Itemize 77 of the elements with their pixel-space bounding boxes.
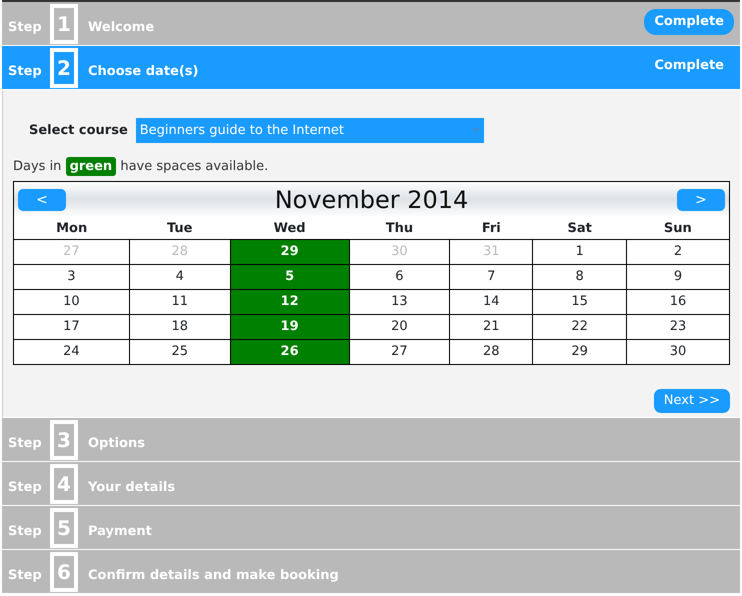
weekday-header: Wed <box>230 218 349 240</box>
course-select[interactable]: Beginners guide to the Internet <box>136 118 484 143</box>
day-cell: 22 <box>532 314 627 340</box>
day-cell: 4 <box>129 264 230 290</box>
day-cell: 7 <box>450 264 533 290</box>
day-cell: 6 <box>349 264 450 290</box>
step-number: 1 <box>50 4 78 44</box>
next-button[interactable]: Next >> <box>654 389 730 412</box>
step-header[interactable]: Step 4 Your details <box>2 462 740 506</box>
day-cell[interactable]: 19 <box>230 314 349 340</box>
day-cell: 8 <box>532 264 627 290</box>
weekday-header: Mon <box>14 218 130 240</box>
day-cell: 20 <box>349 314 450 340</box>
day-cell: 30 <box>626 340 730 364</box>
previous-month-button[interactable]: < <box>18 188 66 210</box>
step-header[interactable]: Step 6 Confirm details and make booking <box>2 550 740 594</box>
step-header[interactable]: Step 1 Welcome Complete <box>2 2 740 46</box>
day-cell: 18 <box>129 314 230 340</box>
step-number: 5 <box>50 508 78 548</box>
day-cell: 9 <box>626 264 730 290</box>
step-title: Payment <box>88 522 152 541</box>
day-cell: 30 <box>349 240 450 264</box>
step-header[interactable]: Step 5 Payment <box>2 506 740 550</box>
day-cell: 28 <box>129 240 230 264</box>
day-cell: 25 <box>129 340 230 364</box>
complete-button[interactable]: Complete <box>644 9 734 34</box>
step-header[interactable]: Step 2 Choose date(s) Complete <box>2 46 740 90</box>
day-cell: 15 <box>532 290 627 314</box>
legend-highlight: green <box>66 157 116 176</box>
day-cell: 27 <box>14 240 130 264</box>
day-cell: 23 <box>626 314 730 340</box>
day-cell: 28 <box>450 340 533 364</box>
day-cell: 16 <box>626 290 730 314</box>
day-cell: 11 <box>129 290 230 314</box>
day-cell: 27 <box>349 340 450 364</box>
day-cell: 14 <box>450 290 533 314</box>
next-month-button[interactable]: > <box>677 188 725 210</box>
day-cell: 17 <box>14 314 130 340</box>
day-cell: 2 <box>626 240 730 264</box>
step-number: 3 <box>50 420 78 460</box>
weekday-header: Tue <box>129 218 230 240</box>
month-title: November 2014 <box>274 184 468 216</box>
day-cell: 24 <box>14 340 130 364</box>
day-cell: 10 <box>14 290 130 314</box>
step-title: Welcome <box>88 18 154 37</box>
day-cell: 13 <box>349 290 450 314</box>
weekday-header: Fri <box>450 218 533 240</box>
day-cell: 29 <box>532 340 627 364</box>
weekday-header: Sun <box>626 218 730 240</box>
legend-text: have spaces available. <box>120 159 268 174</box>
day-cell: 1 <box>532 240 627 264</box>
step-title: Choose date(s) <box>88 62 198 81</box>
day-cell[interactable]: 12 <box>230 290 349 314</box>
day-cell: 21 <box>450 314 533 340</box>
legend-text: Days in <box>13 159 62 174</box>
day-cell: 3 <box>14 264 130 290</box>
step-label: Step <box>8 478 43 497</box>
weekday-header: Sat <box>532 218 627 240</box>
step-number: 2 <box>50 48 78 88</box>
step-header[interactable]: Step 3 Options <box>2 418 740 462</box>
step-label: Step <box>8 18 43 37</box>
step-label: Step <box>8 62 43 81</box>
step-title: Confirm details and make booking <box>88 566 339 585</box>
day-cell: 31 <box>450 240 533 264</box>
day-cell[interactable]: 26 <box>230 340 349 364</box>
day-cell[interactable]: 5 <box>230 264 349 290</box>
course-label: Select course <box>29 122 128 140</box>
step-label: Step <box>8 434 43 453</box>
day-cell[interactable]: 29 <box>230 240 349 264</box>
step-title: Options <box>88 434 145 453</box>
step-number: 4 <box>50 464 78 504</box>
step-title: Your details <box>88 478 176 497</box>
step-label: Step <box>8 522 43 541</box>
caret-icon <box>472 128 480 133</box>
step-label: Step <box>8 566 43 585</box>
weekday-header: Thu <box>349 218 450 240</box>
step-number: 6 <box>50 552 78 592</box>
